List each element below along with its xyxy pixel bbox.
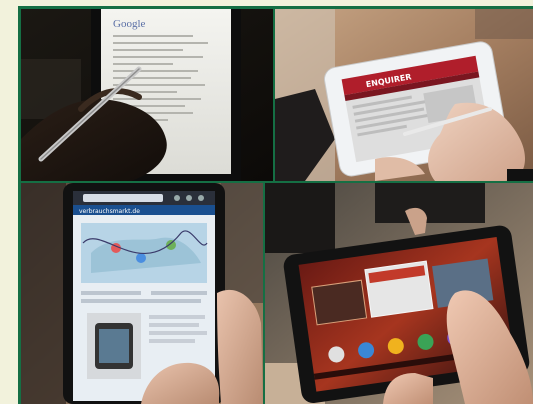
photo-black-tablet-browser: verbrauchsmarkt.de bbox=[21, 183, 263, 404]
url-text: verbrauchsmarkt.de bbox=[79, 208, 140, 215]
photo-white-tablet-stylus: ENQUIRER bbox=[275, 9, 533, 181]
google-logo-text: Google bbox=[113, 18, 146, 30]
photo-playbook-tablet bbox=[265, 183, 533, 404]
photo-stylus-google-tablet: Google bbox=[21, 9, 273, 181]
